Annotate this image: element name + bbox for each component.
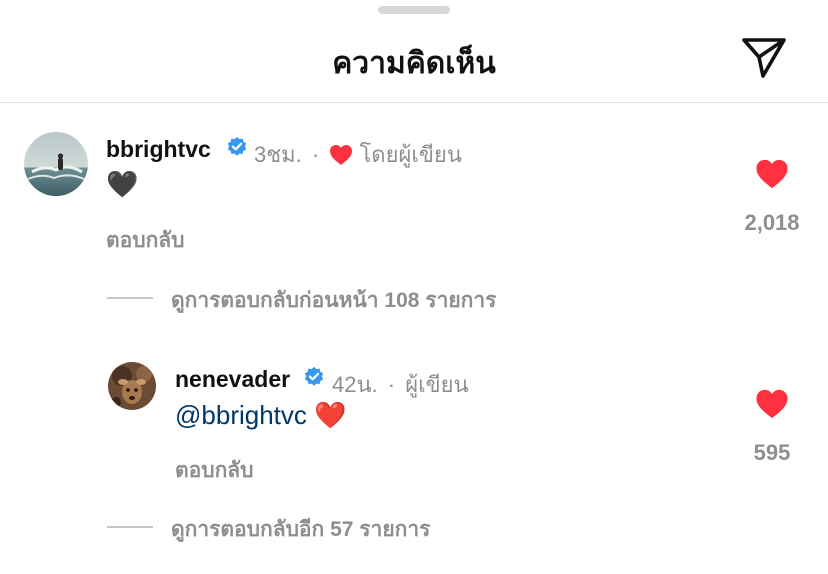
verified-badge-icon: [304, 366, 324, 386]
avatar[interactable]: [108, 362, 156, 410]
author-label: ผู้เขียน: [405, 372, 469, 397]
like-button[interactable]: [755, 158, 789, 190]
separator-dot: ·: [311, 142, 320, 167]
mention-link[interactable]: @bbrightvc: [175, 400, 307, 430]
comment-username[interactable]: nenevader: [175, 366, 290, 393]
author-liked-label: โดยผู้เขียน: [359, 142, 462, 167]
share-button[interactable]: [741, 37, 787, 79]
comments-header: ความคิดเห็น: [0, 0, 828, 103]
thread-line: [107, 526, 153, 528]
thread-line: [107, 297, 153, 299]
view-more-replies-button[interactable]: ดูการตอบกลับอีก 57 รายการ: [107, 513, 507, 541]
reply-button[interactable]: ตอบกลับ: [106, 224, 185, 257]
heart-icon: [756, 389, 788, 419]
view-previous-replies-button[interactable]: ดูการตอบกลับก่อนหน้า 108 รายการ: [107, 284, 567, 312]
avatar[interactable]: [24, 132, 88, 196]
paper-plane-icon: [742, 38, 786, 78]
separator-dot: ·: [387, 372, 396, 397]
page-title: ความคิดเห็น: [332, 47, 496, 80]
like-count: 2,018: [744, 210, 800, 235]
comment-text: @bbrightvc ❤️: [175, 400, 347, 431]
heart-icon: [756, 159, 788, 189]
heart-icon: [330, 145, 353, 165]
comment-text: 🖤: [106, 169, 139, 199]
view-replies-label: ดูการตอบกลับก่อนหน้า 108 รายการ: [171, 289, 497, 312]
comment-meta: 42น. · ผู้เขียน: [332, 367, 469, 402]
view-replies-label: ดูการตอบกลับอีก 57 รายการ: [171, 518, 431, 541]
verified-badge-icon: [227, 136, 247, 156]
like-count: 595: [753, 440, 791, 465]
like-button[interactable]: [755, 388, 789, 420]
comment-emoji: ❤️: [314, 400, 347, 430]
comment-time: 3ชม.: [254, 142, 302, 167]
reply-button[interactable]: ตอบกลับ: [175, 454, 254, 487]
comment-username[interactable]: bbrightvc: [106, 136, 211, 163]
header-divider: [0, 102, 828, 103]
comment-time: 42น.: [332, 372, 378, 397]
comment-meta: 3ชม. · โดยผู้เขียน: [254, 137, 462, 172]
